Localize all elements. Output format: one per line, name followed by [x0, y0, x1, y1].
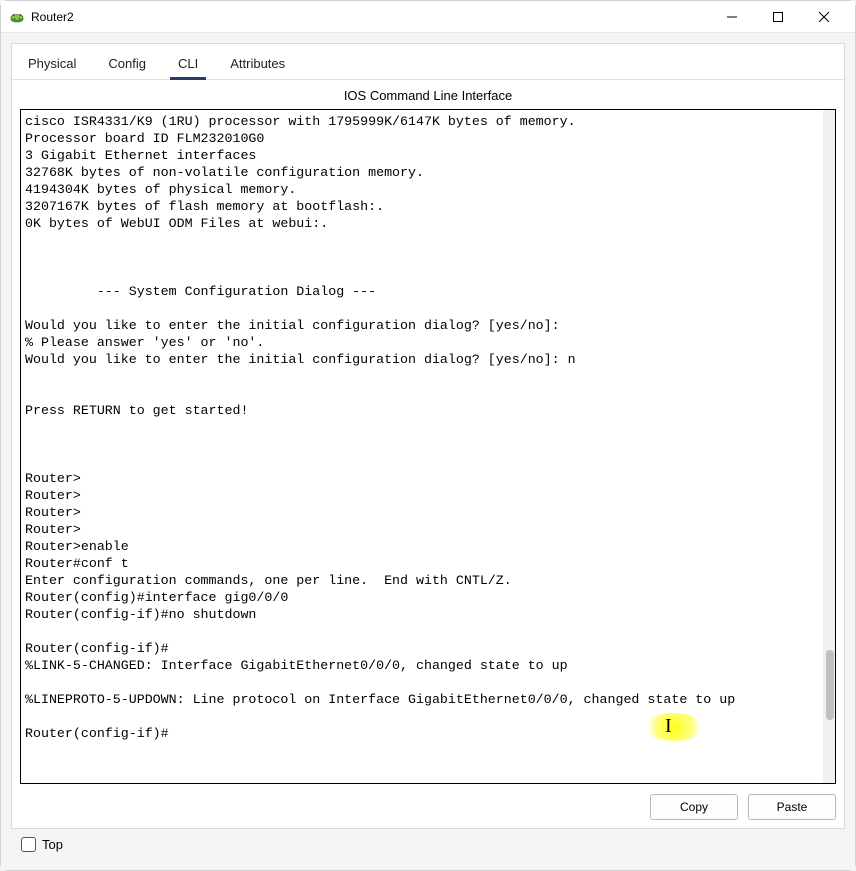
tab-attributes[interactable]: Attributes — [214, 48, 301, 79]
app-window: Router2 Physical Config CLI Attributes I… — [0, 0, 856, 871]
window-controls — [709, 2, 847, 32]
titlebar[interactable]: Router2 — [1, 1, 855, 33]
router-icon — [9, 9, 25, 25]
inner-panel: Physical Config CLI Attributes IOS Comma… — [11, 43, 845, 829]
top-label: Top — [42, 837, 63, 852]
maximize-button[interactable] — [755, 2, 801, 32]
paste-button[interactable]: Paste — [748, 794, 836, 820]
button-row: Copy Paste — [12, 784, 844, 828]
cli-terminal[interactable]: cisco ISR4331/K9 (1RU) processor with 17… — [20, 109, 836, 784]
tab-cli[interactable]: CLI — [162, 48, 214, 79]
tab-physical[interactable]: Physical — [12, 48, 92, 79]
close-button[interactable] — [801, 2, 847, 32]
window-title: Router2 — [31, 10, 709, 24]
top-checkbox[interactable] — [21, 837, 36, 852]
minimize-button[interactable] — [709, 2, 755, 32]
tab-config[interactable]: Config — [92, 48, 162, 79]
tab-bar: Physical Config CLI Attributes — [12, 44, 844, 80]
cli-output[interactable]: cisco ISR4331/K9 (1RU) processor with 17… — [21, 110, 835, 783]
copy-button[interactable]: Copy — [650, 794, 738, 820]
scrollbar-track[interactable] — [823, 110, 835, 783]
content-wrapper: Physical Config CLI Attributes IOS Comma… — [1, 33, 855, 870]
cli-title: IOS Command Line Interface — [12, 80, 844, 109]
footer: Top — [11, 829, 845, 860]
scrollbar-thumb[interactable] — [826, 650, 834, 720]
